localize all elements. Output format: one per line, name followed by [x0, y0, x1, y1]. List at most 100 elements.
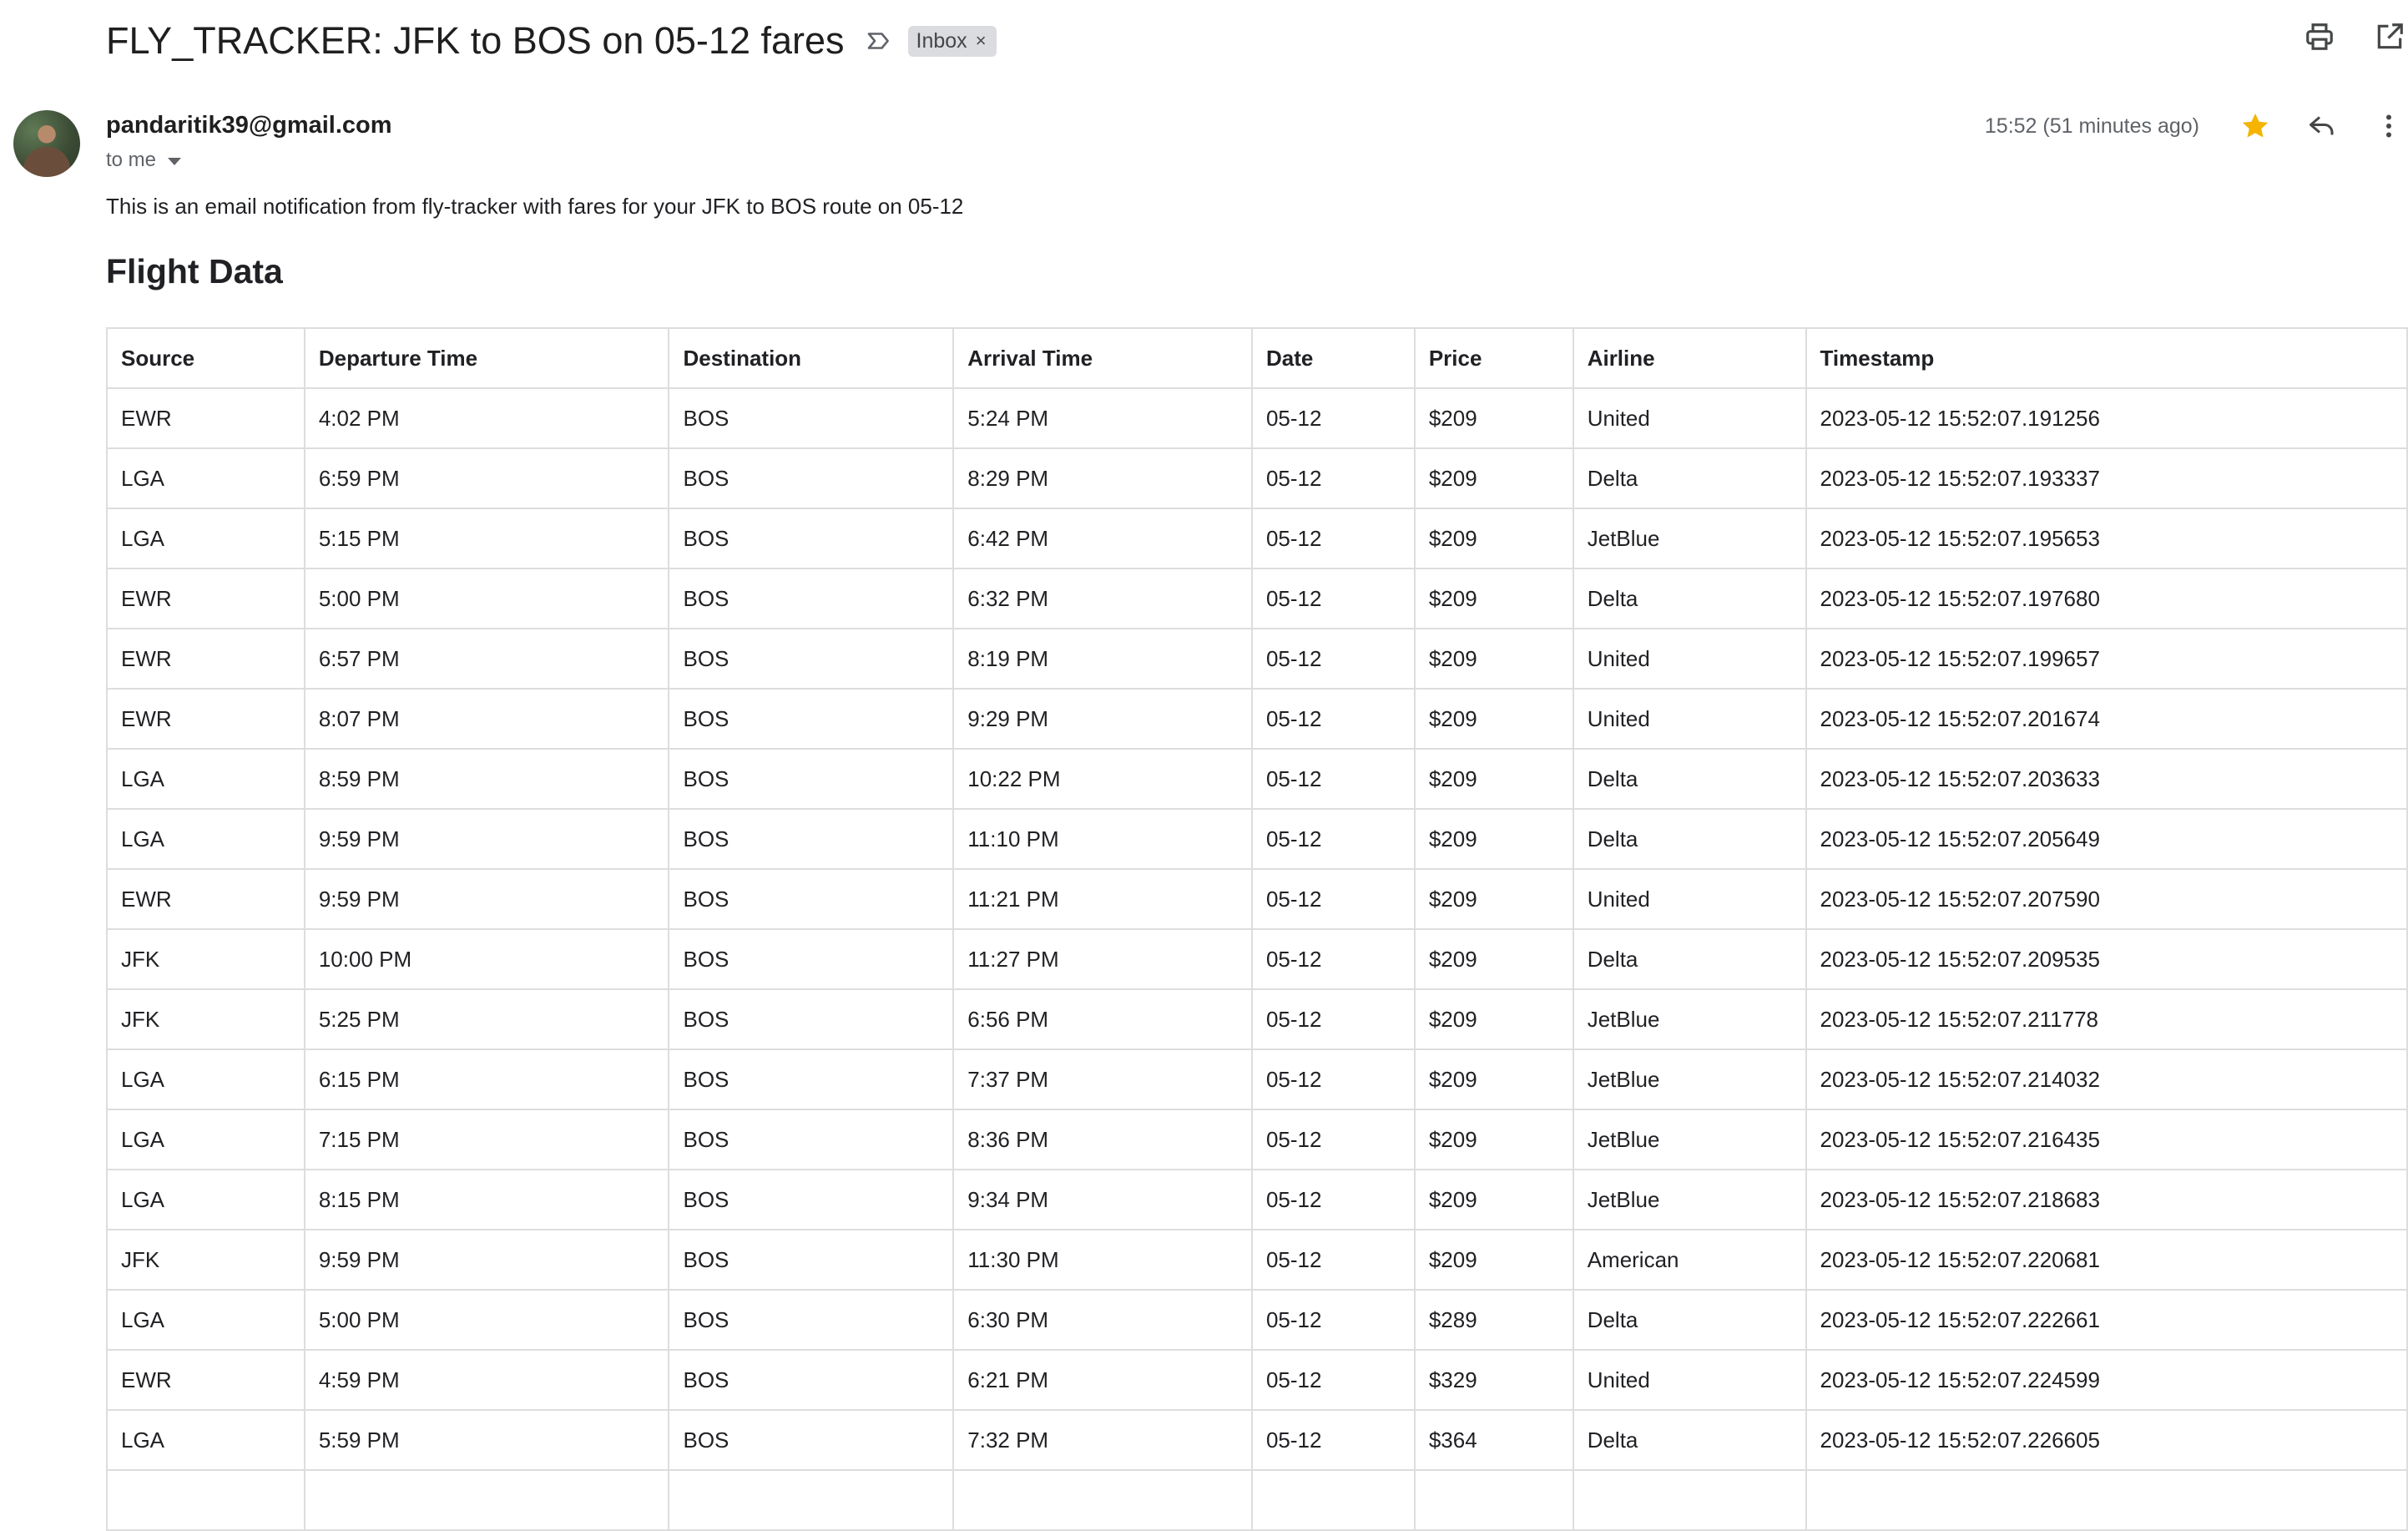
destination-cell: BOS: [668, 1169, 955, 1230]
arrival-time-cell: 9:34 PM: [952, 1169, 1253, 1230]
arrival-time-cell: [952, 1469, 1253, 1531]
date-cell: 05-12: [1250, 1109, 1416, 1170]
subject-row: FLY_TRACKER: JFK to BOS on 05-12 fares I…: [106, 12, 997, 70]
arrival-time-cell: 5:24 PM: [952, 387, 1253, 449]
arrival-time-cell: 11:27 PM: [952, 928, 1253, 990]
price-cell: $209: [1413, 1109, 1574, 1170]
arrival-time-cell: 9:29 PM: [952, 688, 1253, 750]
table-row: JFK 10:00 PM BOS 11:27 PM 05-12 $209 Delta 2023…: [106, 928, 2408, 990]
departure-time-cell: 6:57 PM: [303, 628, 670, 690]
date-cell: 05-12: [1250, 868, 1416, 930]
arrival-time-cell: 11:10 PM: [952, 808, 1253, 870]
table-row: JFK 9:59 PM BOS 11:30 PM 05-12 $209 American 20…: [106, 1229, 2408, 1291]
table-row: LGA 9:59 PM BOS 11:10 PM 05-12 $209 Delta 2023-…: [106, 808, 2408, 870]
avatar[interactable]: [13, 110, 80, 177]
price-cell: $209: [1413, 387, 1574, 449]
destination-cell: BOS: [668, 868, 955, 930]
date-cell: 05-12: [1250, 988, 1416, 1050]
table-row: LGA 8:59 PM BOS 10:22 PM 05-12 $209 Delta 2023-…: [106, 748, 2408, 810]
table-row: EWR 4:59 PM BOS 6:21 PM 05-12 $329 United 2023-…: [106, 1349, 2408, 1411]
destination-cell: BOS: [668, 808, 955, 870]
print-icon[interactable]: [2301, 18, 2338, 55]
airline-cell: United: [1572, 1349, 1807, 1411]
column-header-airline: Airline: [1572, 327, 1807, 389]
close-icon[interactable]: ×: [976, 30, 987, 52]
table-row: EWR 5:00 PM BOS 6:32 PM 05-12 $209 Delta 2023-0…: [106, 568, 2408, 629]
departure-time-cell: 8:15 PM: [303, 1169, 670, 1230]
airline-cell: Delta: [1572, 748, 1807, 810]
email-intro: This is an email notification from fly-t…: [106, 194, 964, 219]
date-cell: 05-12: [1250, 688, 1416, 750]
price-cell: $209: [1413, 928, 1574, 990]
destination-cell: BOS: [668, 568, 955, 629]
open-in-new-icon[interactable]: [2371, 18, 2408, 55]
arrival-time-cell: 11:21 PM: [952, 868, 1253, 930]
price-cell: $209: [1413, 748, 1574, 810]
date-cell: 05-12: [1250, 1229, 1416, 1291]
price-cell: $209: [1413, 688, 1574, 750]
column-header-arrival-time: Arrival Time: [952, 327, 1253, 389]
destination-cell: BOS: [668, 447, 955, 509]
price-cell: $209: [1413, 868, 1574, 930]
recipient-details[interactable]: to me: [106, 149, 182, 172]
message-time: 15:52 (51 minutes ago): [1984, 114, 2199, 138]
departure-time-cell: 5:00 PM: [303, 568, 670, 629]
table-row: LGA 6:59 PM BOS 8:29 PM 05-12 $209 Delta 2023-0…: [106, 447, 2408, 509]
source-cell: LGA: [106, 1289, 305, 1351]
table-row: EWR 9:59 PM BOS 11:21 PM 05-12 $209 United 2023…: [106, 868, 2408, 930]
price-cell: $209: [1413, 1229, 1574, 1291]
source-cell: JFK: [106, 1229, 305, 1291]
destination-cell: BOS: [668, 387, 955, 449]
airline-cell: Delta: [1572, 1409, 1807, 1471]
airline-cell: United: [1572, 868, 1807, 930]
reply-icon[interactable]: [2303, 107, 2341, 145]
date-cell: 05-12: [1250, 1289, 1416, 1351]
price-cell: $209: [1413, 508, 1574, 569]
date-cell: 05-12: [1250, 748, 1416, 810]
table-row: [106, 1469, 2408, 1531]
departure-time-cell: 6:15 PM: [303, 1048, 670, 1110]
table-row: LGA 7:15 PM BOS 8:36 PM 05-12 $209 JetBlue 2023…: [106, 1109, 2408, 1170]
timestamp-cell: 2023-05-12 15:52:07.203633: [1805, 748, 2408, 810]
timestamp-cell: 2023-05-12 15:52:07.222661: [1805, 1289, 2408, 1351]
destination-cell: BOS: [668, 688, 955, 750]
arrival-time-cell: 11:30 PM: [952, 1229, 1253, 1291]
date-cell: 05-12: [1250, 808, 1416, 870]
table-row: LGA 8:15 PM BOS 9:34 PM 05-12 $209 JetBlue 2023…: [106, 1169, 2408, 1230]
flight-data-heading: Flight Data: [106, 252, 283, 291]
price-cell: $209: [1413, 1169, 1574, 1230]
star-icon[interactable]: [2236, 107, 2274, 145]
message-meta: 15:52 (51 minutes ago): [1985, 107, 2408, 145]
more-vert-icon[interactable]: [2370, 107, 2408, 145]
price-cell: $329: [1413, 1349, 1574, 1411]
source-cell: EWR: [106, 868, 305, 930]
source-cell: EWR: [106, 628, 305, 690]
airline-cell: Delta: [1572, 1289, 1807, 1351]
price-cell: $209: [1413, 1048, 1574, 1110]
airline-cell: Delta: [1572, 928, 1807, 990]
price-cell: $209: [1413, 447, 1574, 509]
source-cell: LGA: [106, 508, 305, 569]
label-importance-icon[interactable]: [865, 27, 893, 55]
destination-cell: BOS: [668, 1349, 955, 1411]
timestamp-cell: [1805, 1469, 2408, 1531]
arrival-time-cell: 8:29 PM: [952, 447, 1253, 509]
airline-cell: [1572, 1469, 1807, 1531]
inbox-label-chip[interactable]: Inbox ×: [907, 25, 997, 57]
date-cell: 05-12: [1250, 447, 1416, 509]
destination-cell: [668, 1469, 955, 1531]
airline-cell: United: [1572, 628, 1807, 690]
chevron-down-icon[interactable]: [168, 157, 182, 165]
source-cell: [106, 1469, 305, 1531]
timestamp-cell: 2023-05-12 15:52:07.220681: [1805, 1229, 2408, 1291]
price-cell: $209: [1413, 808, 1574, 870]
table-row: LGA 5:15 PM BOS 6:42 PM 05-12 $209 JetBlue 2023…: [106, 508, 2408, 569]
date-cell: 05-12: [1250, 1048, 1416, 1110]
column-header-destination: Destination: [668, 327, 955, 389]
date-cell: 05-12: [1250, 508, 1416, 569]
departure-time-cell: [303, 1469, 670, 1531]
arrival-time-cell: 10:22 PM: [952, 748, 1253, 810]
source-cell: LGA: [106, 1409, 305, 1471]
arrival-time-cell: 6:56 PM: [952, 988, 1253, 1050]
sender-email[interactable]: pandaritik39@gmail.com: [106, 112, 392, 139]
